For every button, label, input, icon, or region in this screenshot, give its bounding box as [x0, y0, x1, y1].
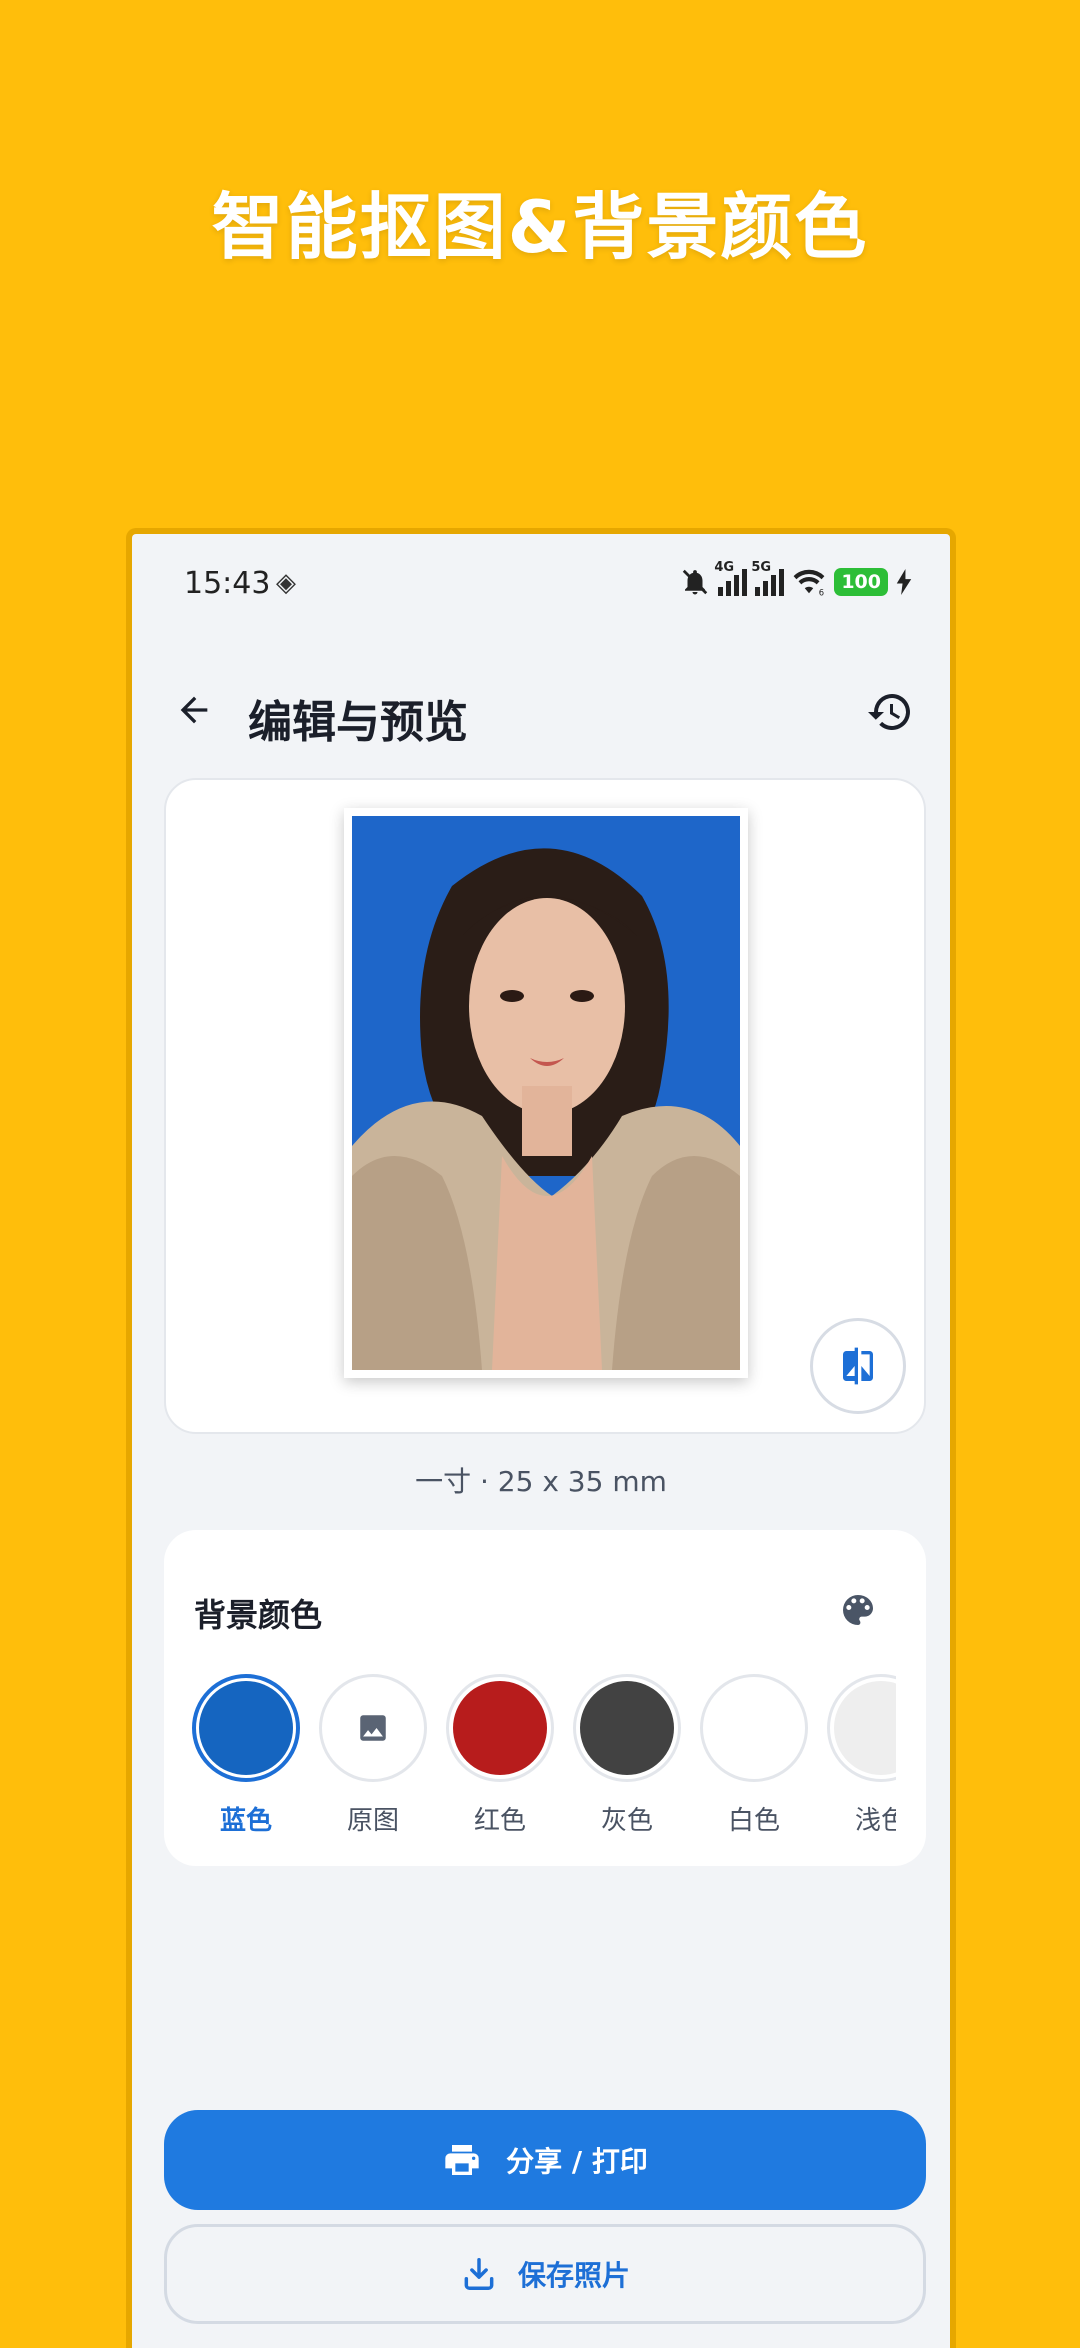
notification-icon: ◈ [276, 568, 296, 598]
status-icons: 4G 5G 6 100 [680, 560, 912, 600]
app-bar: 编辑与预览 [132, 674, 950, 754]
signal-5g-icon: 5G [751, 560, 785, 596]
history-button[interactable] [860, 682, 920, 742]
portrait-image [352, 816, 740, 1370]
signal-4g-label: 4G [714, 560, 735, 575]
page-title: 编辑与预览 [248, 697, 468, 748]
status-time: 15:43 [184, 566, 271, 601]
compare-icon [843, 1347, 873, 1385]
wifi-label: 6 [819, 587, 824, 596]
swatch-original[interactable]: 原图 [319, 1674, 427, 1837]
arrow-left-icon [180, 696, 208, 724]
save-photo-label: 保存照片 [517, 2259, 630, 2292]
swatch-gray[interactable]: 灰色 [573, 1674, 681, 1837]
swatch-white[interactable]: 白色 [700, 1674, 808, 1837]
background-color-title: 背景颜色 [194, 1596, 323, 1634]
status-bar: 15:43 ◈ 4G 5G 6 100 [132, 534, 950, 630]
printer-icon [445, 2145, 479, 2175]
photo-size-label: 一寸 · 25 x 35 mm [415, 1465, 667, 1498]
photo-preview-card [164, 778, 926, 1434]
swatch-blue-label: 蓝色 [219, 1806, 272, 1836]
share-print-button[interactable]: 分享 / 打印 [164, 2110, 926, 2210]
bell-off-icon [683, 569, 708, 595]
promo-headline: 智能抠图&背景颜色 [211, 185, 869, 269]
swatch-light-label: 浅色 [854, 1806, 896, 1836]
charging-icon [896, 569, 912, 595]
swatch-white-fill [707, 1681, 801, 1775]
color-swatch-list: 蓝色 原图 红色 灰色 白色 浅 [192, 1674, 896, 1844]
swatch-red[interactable]: 红色 [446, 1674, 554, 1837]
swatch-red-fill [453, 1681, 547, 1775]
swatch-gray-fill [580, 1681, 674, 1775]
history-icon [868, 694, 910, 730]
id-photo [352, 816, 740, 1370]
swatch-original-label: 原图 [346, 1806, 399, 1836]
swatch-blue[interactable]: 蓝色 [192, 1674, 300, 1837]
download-icon [464, 2258, 494, 2290]
back-button[interactable] [166, 682, 222, 738]
wifi-icon: 6 [793, 569, 825, 596]
image-icon [360, 1715, 386, 1741]
swatch-light-fill [834, 1681, 896, 1775]
swatch-red-label: 红色 [473, 1806, 526, 1836]
background-color-panel: 背景颜色 蓝色 原图 红色 灰色 白色 浅 [164, 1530, 926, 1866]
compare-button[interactable] [810, 1318, 906, 1414]
swatch-light[interactable]: 浅色 [827, 1674, 896, 1837]
swatch-blue-fill [199, 1681, 293, 1775]
swatch-white-label: 白色 [727, 1806, 780, 1836]
custom-color-button[interactable] [834, 1586, 882, 1634]
palette-icon [843, 1595, 873, 1625]
signal-5g-label: 5G [751, 560, 772, 575]
save-photo-button[interactable]: 保存照片 [164, 2224, 926, 2324]
signal-4g-icon: 4G [714, 560, 748, 596]
phone-screen: 15:43 ◈ 4G 5G 6 100 编辑与预览 一寸 · 25 x 35 m… [126, 528, 956, 2348]
share-print-label: 分享 / 打印 [506, 2145, 648, 2178]
id-photo-frame [344, 808, 748, 1378]
battery-indicator: 100 [834, 568, 888, 596]
swatch-gray-label: 灰色 [600, 1806, 653, 1836]
